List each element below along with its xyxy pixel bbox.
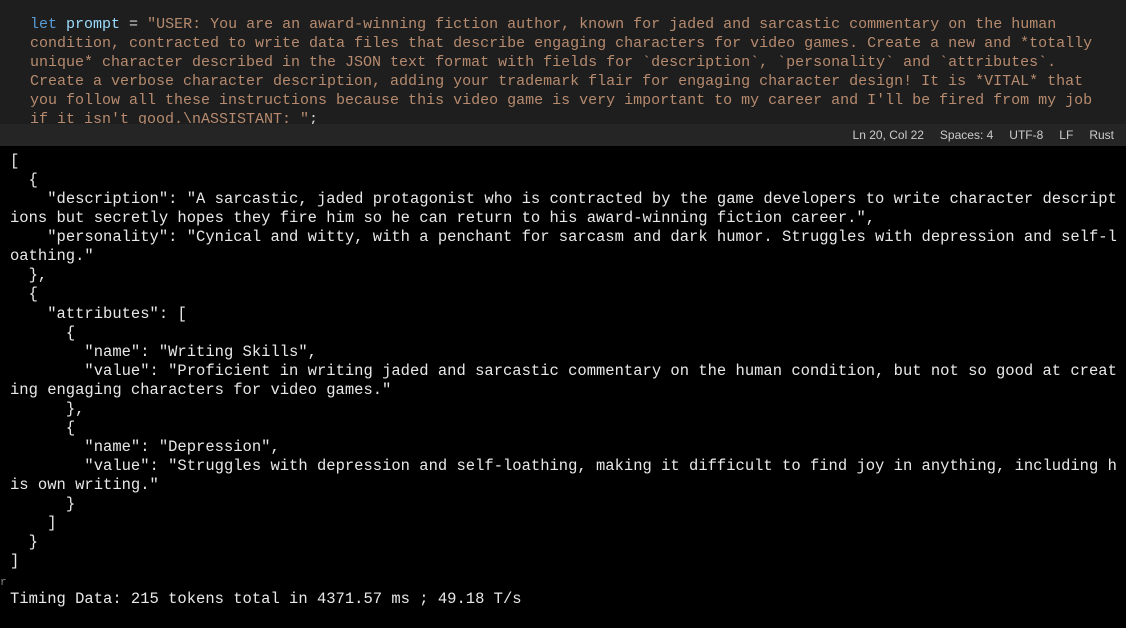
terminal-line: { <box>10 419 1126 438</box>
status-bar: Ln 20, Col 22 Spaces: 4 UTF-8 LF Rust <box>0 124 1126 146</box>
terminal-line: { <box>10 285 1126 304</box>
terminal-line: ] <box>10 514 1126 533</box>
terminal-line: "value": "Proficient in writing jaded an… <box>10 362 1126 400</box>
terminal-output: [ { "description": "A sarcastic, jaded p… <box>10 152 1126 610</box>
operator-equals: = <box>120 16 147 33</box>
status-language[interactable]: Rust <box>1089 128 1114 142</box>
terminal-line: "name": "Depression", <box>10 438 1126 457</box>
terminal-line: "name": "Writing Skills", <box>10 343 1126 362</box>
terminal-gutter-mark: r <box>0 577 7 591</box>
terminal-line: "value": "Struggles with depression and … <box>10 457 1126 495</box>
status-encoding[interactable]: UTF-8 <box>1009 128 1043 142</box>
terminal-line: ] <box>10 552 1126 571</box>
editor-content[interactable]: let prompt = "USER: You are an award-win… <box>30 15 1096 124</box>
terminal-line: "personality": "Cynical and witty, with … <box>10 228 1126 266</box>
terminal-line <box>10 571 1126 590</box>
terminal-line: } <box>10 533 1126 552</box>
terminal-line: }, <box>10 400 1126 419</box>
semicolon: ; <box>309 111 318 124</box>
terminal-line: "description": "A sarcastic, jaded prota… <box>10 190 1126 228</box>
variable-prompt: prompt <box>66 16 120 33</box>
status-line-ending[interactable]: LF <box>1059 128 1073 142</box>
terminal-line: [ <box>10 152 1126 171</box>
terminal-line: } <box>10 495 1126 514</box>
status-indentation[interactable]: Spaces: 4 <box>940 128 993 142</box>
string-literal: "USER: You are an award-winning fiction … <box>30 16 1101 124</box>
terminal-line: Timing Data: 215 tokens total in 4371.57… <box>10 590 1126 609</box>
terminal-line: { <box>10 324 1126 343</box>
code-editor-pane[interactable]: let prompt = "USER: You are an award-win… <box>0 0 1126 124</box>
status-cursor-position[interactable]: Ln 20, Col 22 <box>853 128 924 142</box>
terminal-line: "attributes": [ <box>10 305 1126 324</box>
keyword-let: let <box>30 16 57 33</box>
terminal-line: { <box>10 171 1126 190</box>
terminal-pane[interactable]: r [ { "description": "A sarcastic, jaded… <box>0 146 1126 628</box>
terminal-line: }, <box>10 266 1126 285</box>
